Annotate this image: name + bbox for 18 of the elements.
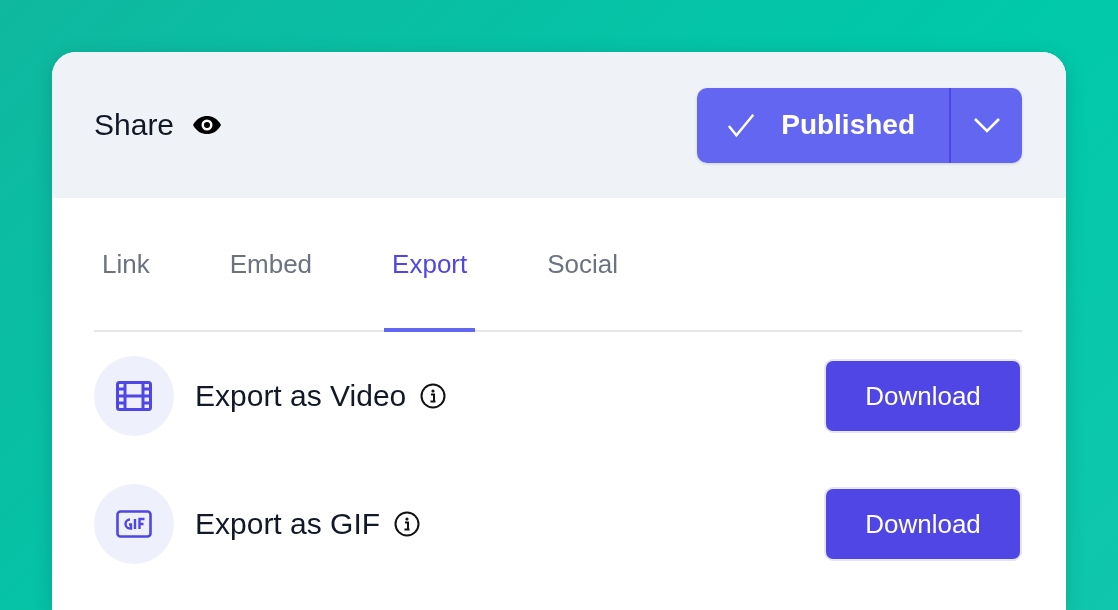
- tab[interactable]: Link: [94, 200, 158, 332]
- check-icon: [727, 112, 756, 138]
- tab[interactable]: Social: [539, 200, 627, 332]
- info-icon[interactable]: [420, 383, 447, 409]
- export-label: Export as Video: [195, 379, 407, 413]
- download-button[interactable]: Download: [824, 487, 1022, 561]
- eye-icon[interactable]: [192, 115, 223, 135]
- info-icon[interactable]: [394, 511, 421, 537]
- film-icon: [116, 381, 152, 411]
- panel-title: Share: [94, 108, 175, 142]
- export-label: Export as GIF: [195, 507, 381, 541]
- gif-icon: [116, 510, 152, 538]
- chevron-down-icon: [972, 117, 1001, 133]
- tab[interactable]: Export: [384, 200, 476, 332]
- published-button[interactable]: Published: [697, 87, 949, 163]
- dropdown-button[interactable]: [949, 87, 1022, 163]
- tab[interactable]: Embed: [221, 200, 321, 332]
- download-button[interactable]: Download: [824, 359, 1022, 433]
